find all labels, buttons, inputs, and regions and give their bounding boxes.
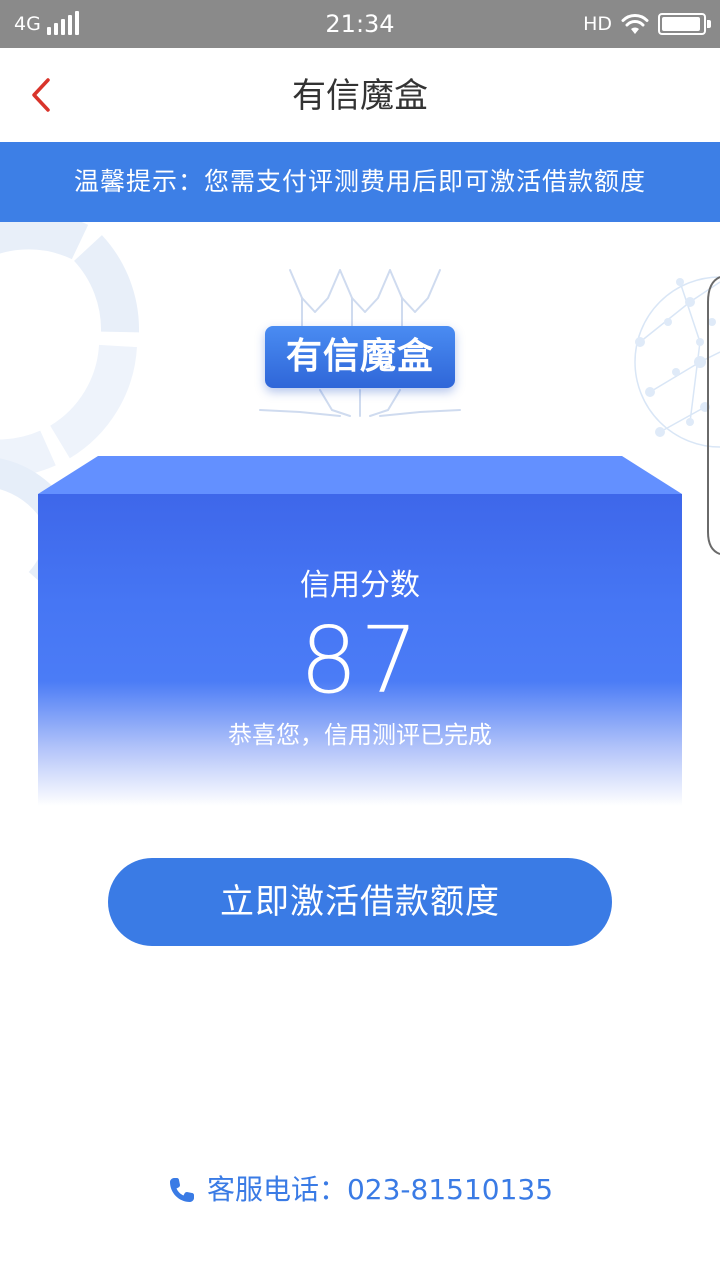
card-top-edge (38, 456, 682, 496)
nav-bar: 有信魔盒 (0, 48, 720, 142)
brand-badge: 有信魔盒 (265, 326, 455, 388)
notice-banner: 温馨提示：您需支付评测费用后即可激活借款额度 (0, 142, 720, 222)
status-bar: 4G 21:34 HD (0, 0, 720, 48)
brand-logo: 有信魔盒 (240, 250, 480, 420)
score-label: 信用分数 (300, 568, 420, 603)
customer-service-hotline[interactable]: 客服电话：023-81510135 (0, 1170, 720, 1210)
phone-icon (169, 1178, 194, 1202)
status-right: HD (583, 10, 711, 38)
battery-icon (658, 13, 711, 35)
score-message: 恭喜您，信用测评已完成 (228, 721, 492, 749)
battery-level (662, 17, 700, 31)
score-value: 87 (299, 607, 421, 714)
page-title: 有信魔盒 (292, 76, 428, 116)
score-card: 信用分数 87 恭喜您，信用测评已完成 (38, 456, 682, 806)
wifi-icon (621, 14, 649, 34)
score-card-body: 信用分数 87 恭喜您，信用测评已完成 (38, 494, 682, 806)
hotline-text: 客服电话：023-81510135 (206, 1173, 554, 1206)
activate-credit-button[interactable]: 立即激活借款额度 (108, 858, 612, 946)
hd-indicator: HD (583, 13, 612, 35)
